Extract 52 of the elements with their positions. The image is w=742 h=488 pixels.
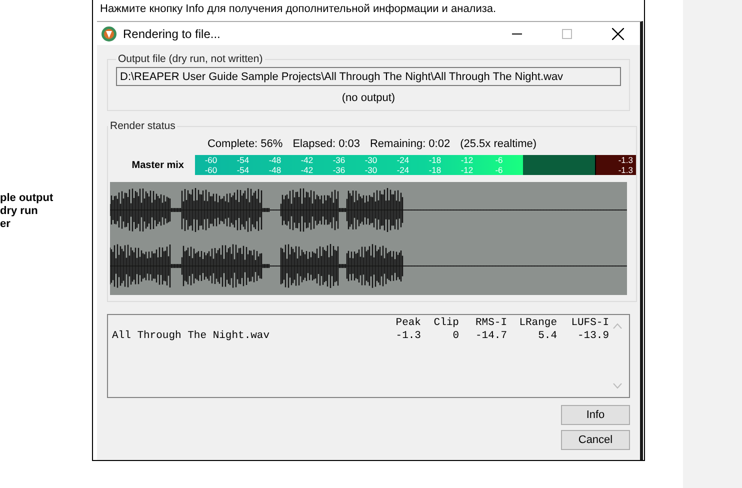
- scroll-up-icon[interactable]: [612, 323, 622, 329]
- dialog-button[interactable]: Info: [561, 405, 630, 425]
- meter-scale-label: -18: [428, 155, 442, 165]
- peak-readout: -1.3: [596, 165, 636, 175]
- remaining-text: Remaining: 0:02: [370, 138, 450, 150]
- column-header: Clip: [432, 317, 459, 330]
- column-header: LUFS-I: [570, 317, 609, 330]
- table-cell-text: -1.3: [394, 330, 421, 343]
- meter-scale-label: -42: [300, 165, 314, 175]
- file-name-cell-text: All Through The Night.wav: [112, 330, 271, 343]
- meter-scale-label: -54: [236, 165, 250, 175]
- speed-text: (25.5x realtime): [460, 138, 537, 150]
- peak-readout: -1.3: [596, 155, 636, 165]
- table-cell-text: 0: [452, 330, 459, 343]
- meter-scale-label: -12: [460, 155, 474, 165]
- complete-text: Complete: 56%: [207, 138, 283, 150]
- table-cell-text: 5.4: [537, 330, 557, 343]
- side-note-text: ple output dry run er: [0, 192, 54, 231]
- meter-scale-label: -6: [495, 165, 503, 175]
- dialog-button[interactable]: Cancel: [561, 430, 630, 450]
- window-title: Rendering to file...: [123, 26, 220, 40]
- meter-scale-label: -42: [300, 155, 314, 165]
- meter-scale-label: -30: [364, 165, 378, 175]
- group-title: Render status: [109, 120, 176, 132]
- meter-scale-label: -24: [396, 155, 410, 165]
- meter-scale-label: -36: [332, 165, 346, 175]
- elapsed-text: Elapsed: 0:03: [292, 138, 360, 150]
- meter-scale-label: -24: [396, 165, 410, 175]
- meter-label: Master mix: [130, 160, 185, 170]
- output-path-field[interactable]: D:\REAPER User Guide Sample Projects\All Through The Night\All Through The Night.wav: [116, 67, 621, 86]
- output-note: (no output): [340, 92, 396, 104]
- group-title: Output file (dry run, not written): [117, 53, 264, 65]
- table-cell-text: -13.9: [576, 330, 609, 343]
- meter-scale-label: -48: [268, 155, 282, 165]
- intro-text: Нажмите кнопку Info для получения дополнительной информации и анализа.: [99, 2, 498, 17]
- meter-scale-label: -12: [460, 165, 474, 175]
- maximize-icon[interactable]: [562, 28, 572, 38]
- scroll-down-icon[interactable]: [612, 383, 622, 389]
- meter-scale-label: -54: [236, 155, 250, 165]
- app-logo-icon: [101, 26, 117, 42]
- meter-scale-label: -18: [428, 165, 442, 175]
- close-icon[interactable]: [612, 28, 624, 40]
- meter-scale-label: -60: [204, 165, 218, 175]
- column-header: RMS-I: [474, 317, 507, 330]
- column-header: Peak: [394, 317, 421, 330]
- meter-scale-label: -30: [364, 155, 378, 165]
- meter-scale-label: -36: [332, 155, 346, 165]
- meter-scale-label: -60: [204, 155, 218, 165]
- column-header: LRange: [518, 317, 557, 330]
- meter-scale-label: -48: [268, 165, 282, 175]
- meter-scale-label: -6: [495, 155, 503, 165]
- table-cell-text: -14.7: [474, 330, 507, 343]
